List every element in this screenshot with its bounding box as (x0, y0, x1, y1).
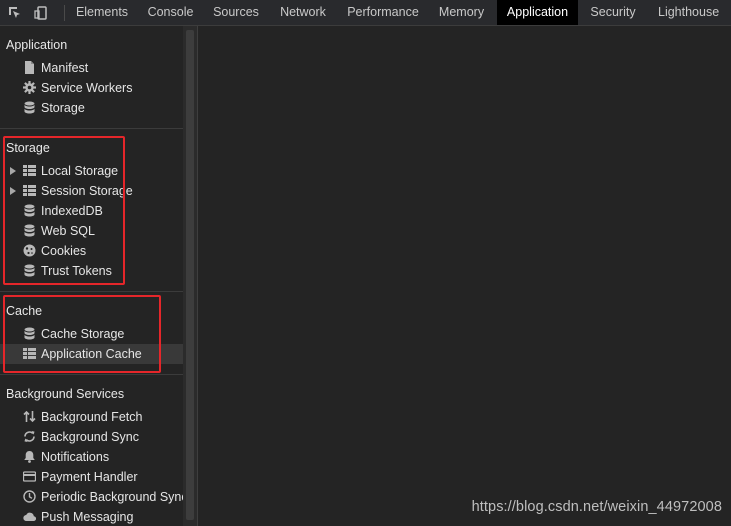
tab-network[interactable]: Network (271, 0, 335, 25)
sidebar-item-label: Background Fetch (41, 410, 143, 424)
device-toolbar-icon[interactable] (29, 0, 53, 25)
tab-performance[interactable]: Performance (340, 0, 426, 25)
tab-sources[interactable]: Sources (205, 0, 267, 25)
sidebar-item-push-messaging[interactable]: Push Messaging (0, 507, 183, 526)
tab-console[interactable]: Console (139, 0, 202, 25)
tab-memory[interactable]: Memory (430, 0, 493, 25)
highlight-box-storage (3, 136, 125, 285)
section-divider (0, 291, 183, 292)
sidebar-item-payment-handler[interactable]: Payment Handler (0, 467, 183, 487)
tab-elements[interactable]: Elements (68, 0, 136, 25)
sidebar-item-label: Service Workers (41, 81, 133, 95)
sidebar-item-label: Periodic Background Sync (41, 490, 183, 504)
sidebar-item-manifest[interactable]: Manifest (0, 58, 183, 78)
document-icon (25, 61, 34, 74)
tab-application[interactable]: Application (497, 0, 578, 25)
highlight-box-cache (3, 295, 161, 373)
sidebar-item-background-fetch[interactable]: Background Fetch (0, 407, 183, 427)
sidebar-item-service-workers[interactable]: Service Workers (0, 78, 183, 98)
database-icon (24, 101, 35, 114)
sidebar-item-label: Manifest (41, 61, 89, 75)
watermark-text: https://blog.csdn.net/weixin_44972008 (471, 499, 722, 515)
sync-icon (24, 431, 35, 442)
sidebar-item-background-sync[interactable]: Background Sync (0, 427, 183, 447)
devtools-tab-bar: Elements Console Sources Network Perform… (0, 0, 731, 26)
sidebar-item-label: Payment Handler (41, 470, 138, 484)
card-icon (23, 471, 36, 482)
sidebar-scrollbar[interactable] (183, 26, 197, 526)
gear-icon (23, 81, 36, 94)
sidebar-item-label: Storage (41, 101, 85, 115)
cloud-icon (23, 512, 36, 522)
up-down-arrows-icon (23, 410, 36, 423)
scrollbar-thumb[interactable] (186, 30, 194, 520)
tab-lighthouse[interactable]: Lighthouse (658, 0, 731, 25)
sidebar-item-label: Notifications (41, 450, 110, 464)
sidebar-item-label: Background Sync (41, 430, 139, 444)
clock-icon (23, 490, 36, 503)
section-divider (0, 374, 183, 375)
sidebar-item-periodic-background-sync[interactable]: Periodic Background Sync (0, 487, 183, 507)
inspect-element-icon[interactable] (3, 0, 27, 25)
tab-security[interactable]: Security (582, 0, 644, 25)
bell-icon (24, 451, 35, 463)
section-divider (0, 128, 183, 129)
sidebar-item-label: Push Messaging (41, 510, 134, 524)
sidebar-item-storage-overview[interactable]: Storage (0, 98, 183, 118)
section-title-application: Application (6, 38, 68, 52)
main-panel (198, 26, 731, 526)
toolbar-separator (64, 5, 65, 21)
section-title-background-services: Background Services (6, 387, 125, 401)
sidebar-item-notifications[interactable]: Notifications (0, 447, 183, 467)
